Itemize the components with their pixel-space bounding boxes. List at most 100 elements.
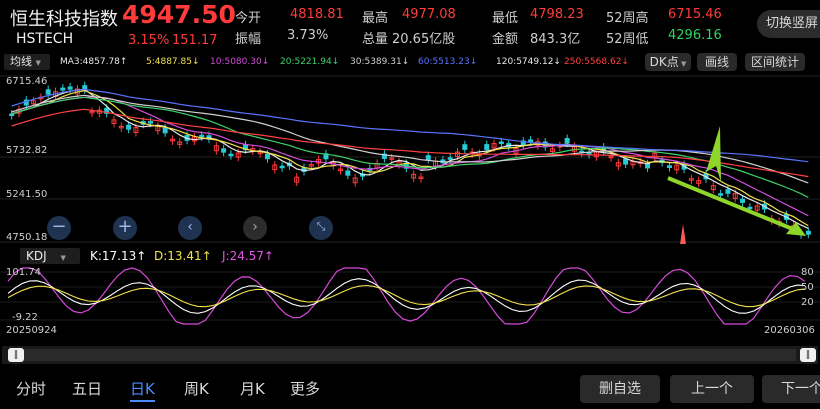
interval-stats-button[interactable]: 区间统计 (745, 53, 805, 71)
tab-0[interactable]: 分时 (16, 378, 46, 399)
kdj-k-line (7, 278, 805, 314)
kdj-axis-bottom: -9.22 (12, 312, 38, 323)
kdj-level-50: 50 (801, 282, 814, 293)
high-value: 4977.08 (402, 7, 456, 22)
candle-body (805, 230, 811, 235)
tab-2[interactable]: 日K (130, 378, 155, 402)
candle-body (666, 165, 672, 169)
volume-value: 20.65亿股 (392, 32, 456, 47)
high-label: 最高 (362, 11, 389, 26)
kdj-k-value: K:17.13↑ (90, 249, 147, 263)
candle-body (425, 155, 431, 160)
candle-body (462, 144, 468, 150)
open-value: 4818.81 (290, 7, 344, 22)
change-value: 151.17 (172, 33, 218, 48)
candle-body (199, 134, 205, 138)
week52-low-label: 52周低 (606, 32, 649, 47)
range-slider-right-handle[interactable]: ‖ (800, 348, 816, 362)
ma-selector-label: 均线 (10, 55, 32, 68)
index-name: 恒生科技指数 (10, 9, 118, 30)
amplitude-value: 3.73% (287, 28, 329, 43)
kdj-j-line (7, 267, 806, 325)
ma-legend-item: MA3:4857.78↑ (60, 57, 128, 67)
range-slider-track[interactable]: ‖ ‖ (2, 346, 818, 364)
ma-legend-item: 20:5221.94↓ (280, 57, 340, 67)
chevron-left-icon: ‹ (187, 219, 193, 235)
amplitude-label: 振幅 (235, 32, 262, 47)
index-code: HSTECH (16, 31, 74, 47)
price-axis-label-bottom: 4750.18 (6, 232, 48, 243)
candle-body (126, 124, 132, 130)
dk-point-label: DK点 (649, 55, 679, 69)
draw-line-button[interactable]: 画线 (697, 53, 737, 71)
ma-legend-item: 30:5389.31↓ (350, 57, 410, 67)
kdj-d-line (7, 284, 805, 308)
kdj-d-value: D:13.41↑ (154, 249, 212, 263)
caret-down-icon: ▼ (35, 59, 41, 67)
candle-body (564, 138, 570, 144)
tab-1[interactable]: 五日 (72, 378, 102, 399)
tab-4[interactable]: 月K (240, 378, 265, 399)
zoom-in-button[interactable]: + (113, 216, 137, 240)
week52-high-value: 6715.46 (668, 7, 722, 22)
candle-body (60, 87, 66, 91)
amount-value: 843.3亿 (530, 32, 581, 47)
range-slider-left-handle[interactable]: ‖ (8, 348, 24, 362)
kdj-j-value: J:24.57↑ (222, 249, 274, 263)
week52-high-label: 52周高 (606, 11, 649, 26)
ma-legend-item: 5:4887.85↓ (146, 57, 200, 67)
minus-icon: − (51, 216, 67, 237)
tab-3[interactable]: 周K (184, 378, 209, 399)
price-axis-label-3: 5241.50 (6, 189, 48, 200)
candle-body (447, 157, 453, 160)
amount-label: 金额 (492, 32, 519, 47)
fullscreen-button[interactable]: ⤡ (309, 216, 333, 240)
candle-body (228, 153, 234, 157)
chevron-right-icon: › (252, 219, 258, 235)
tab-5[interactable]: 更多 (290, 378, 320, 399)
move-left-button[interactable]: ‹ (178, 216, 202, 240)
indicator-selector-label: KDJ (26, 249, 47, 263)
candle-body (45, 89, 51, 95)
candle-body (747, 206, 753, 210)
moving-average-line (11, 96, 809, 199)
zoom-out-button[interactable]: − (47, 216, 71, 240)
end-date: 20260306 (764, 325, 815, 336)
candle-body (718, 193, 724, 196)
candle-body (345, 170, 351, 176)
ma-legend-item: 250:5568.62↓ (564, 57, 629, 67)
kdj-axis-top: 101.74 (6, 267, 41, 278)
ma-selector[interactable]: 均线 ▼ (4, 54, 50, 70)
current-price: 4947.50 (122, 0, 236, 29)
start-date: 20250924 (6, 325, 57, 336)
plus-icon: + (117, 216, 133, 237)
delete-watchlist-button[interactable]: 删自选 (580, 375, 660, 403)
moving-average-line (11, 94, 809, 184)
caret-down-icon: ▼ (678, 60, 687, 68)
ma-legend-item: 10:5080.30↓ (210, 57, 270, 67)
kdj-chart[interactable] (0, 266, 820, 326)
dk-point-button[interactable]: DK点 ▼ (645, 53, 691, 71)
prev-button[interactable]: 上一个 (670, 375, 754, 403)
candle-body (162, 127, 168, 134)
move-right-button[interactable]: › (243, 216, 267, 240)
indicator-selector[interactable]: KDJ ▼ (20, 248, 80, 264)
change-percent: 3.15% (128, 33, 170, 48)
candle-body (67, 86, 73, 90)
kdj-level-20: 20 (801, 297, 814, 308)
next-button[interactable]: 下一个 (762, 375, 820, 403)
candle-body (645, 163, 651, 169)
volume-label: 总量 (362, 32, 389, 47)
candle-body (498, 141, 504, 145)
ma-legend-item: 120:5749.12↓ (496, 57, 561, 67)
price-axis-label-top: 6715.46 (6, 76, 48, 87)
low-value: 4798.23 (530, 7, 584, 22)
range-slider-fill (24, 349, 796, 361)
red-up-arrow-icon (680, 224, 686, 244)
candle-body (725, 189, 731, 194)
open-label: 今开 (235, 11, 262, 26)
candle-body (221, 148, 227, 153)
price-axis-label-2: 5732.82 (6, 145, 48, 156)
switch-portrait-button[interactable]: 切换竖屏 (757, 10, 820, 38)
shrink-icon: ⤡ (316, 220, 326, 233)
